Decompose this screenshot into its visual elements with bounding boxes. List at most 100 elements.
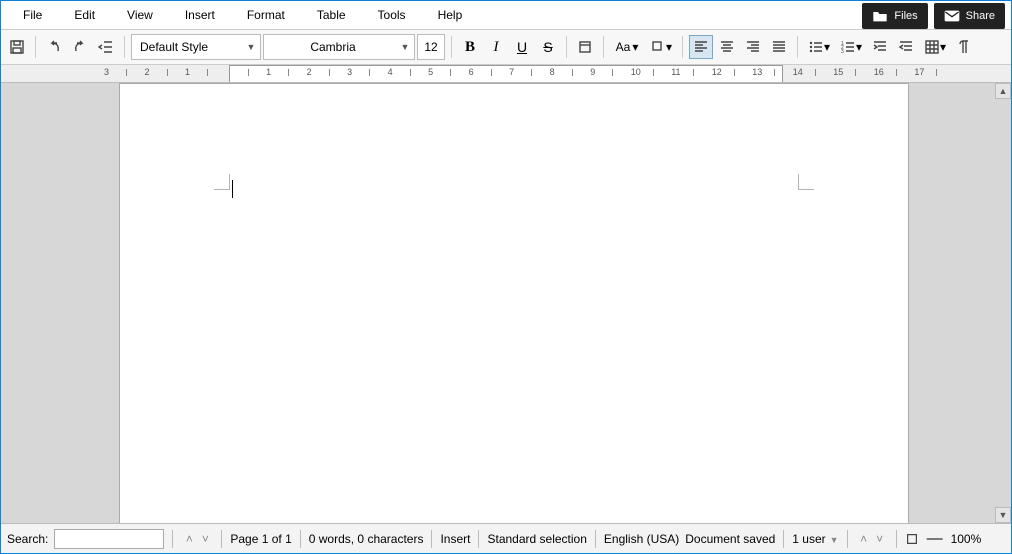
decrease-indent-button[interactable] (894, 35, 918, 59)
separator (124, 36, 125, 58)
bullet-list-button[interactable]: ▾ (804, 35, 834, 59)
menu-format[interactable]: Format (231, 1, 301, 29)
zoom-value[interactable]: 100% (951, 532, 982, 546)
menubar: File Edit View Insert Format Table Tools… (1, 1, 1011, 29)
ruler-num: 10 (631, 67, 641, 77)
separator (300, 530, 301, 548)
separator (221, 530, 222, 548)
page[interactable] (119, 83, 909, 523)
underline-icon: U (517, 39, 527, 55)
files-button[interactable]: Files (862, 3, 927, 29)
prev-page-button[interactable]: ˄ (856, 531, 872, 547)
share-button[interactable]: Share (934, 3, 1005, 29)
separator (896, 530, 897, 548)
separator (797, 36, 798, 58)
ruler-num: 8 (550, 67, 555, 77)
font-value: Cambria (272, 40, 394, 54)
chevron-down-icon: ▾ (666, 40, 672, 54)
table-icon (924, 39, 940, 55)
ruler-num: 7 (509, 67, 514, 77)
save-button[interactable] (5, 35, 29, 59)
menu-view[interactable]: View (111, 1, 169, 29)
search-prev-button[interactable]: ˄ (181, 531, 197, 547)
toolbar: Default Style ▼ Cambria ▼ 12 B I U S Aa▾… (1, 29, 1011, 65)
paragraph-style-dropdown[interactable]: Default Style ▼ (131, 34, 261, 60)
zoom-out-button[interactable]: — (927, 530, 943, 548)
highlight-button[interactable]: ▾ (646, 35, 676, 59)
undo-icon (46, 39, 62, 55)
chevron-down-icon: ▾ (856, 40, 862, 54)
align-justify-button[interactable] (767, 35, 791, 59)
italic-button[interactable]: I (484, 35, 508, 59)
insert-object-button[interactable] (952, 35, 976, 59)
strikethrough-button[interactable]: S (536, 35, 560, 59)
table-button[interactable]: ▾ (920, 35, 950, 59)
insert-mode[interactable]: Insert (440, 532, 470, 546)
ruler-num: 13 (752, 67, 762, 77)
ruler-num: 6 (469, 67, 474, 77)
save-status: Document saved (685, 532, 775, 546)
user-count[interactable]: 1 user▼ (792, 532, 838, 546)
align-center-icon (719, 39, 735, 55)
scroll-up-button[interactable]: ▲ (995, 83, 1011, 99)
size-value: 12 (424, 40, 437, 54)
redo-button[interactable] (68, 35, 92, 59)
align-center-button[interactable] (715, 35, 739, 59)
align-right-button[interactable] (741, 35, 765, 59)
menu-help[interactable]: Help (422, 1, 479, 29)
clear-formatting-button[interactable] (573, 35, 597, 59)
separator (431, 530, 432, 548)
outdent-button[interactable] (94, 35, 118, 59)
character-icon: Aa (616, 40, 631, 54)
indent-icon (872, 39, 888, 55)
font-size-dropdown[interactable]: 12 (417, 34, 445, 60)
separator (603, 36, 604, 58)
menu-file[interactable]: File (7, 1, 58, 29)
character-button[interactable]: Aa▾ (610, 35, 644, 59)
underline-button[interactable]: U (510, 35, 534, 59)
separator (566, 36, 567, 58)
ruler-num: 3 (347, 67, 352, 77)
strikethrough-icon: S (543, 39, 552, 55)
document-area[interactable]: ▲ ▼ (1, 83, 1011, 523)
undo-button[interactable] (42, 35, 66, 59)
crop-icon[interactable] (905, 532, 919, 546)
ruler-num: 17 (914, 67, 924, 77)
horizontal-ruler[interactable]: 3 2 1 1 2 3 4 5 6 7 8 9 10 11 12 13 14 1… (1, 65, 1011, 83)
ruler-num: 5 (428, 67, 433, 77)
redo-icon (72, 39, 88, 55)
search-next-button[interactable]: ˅ (197, 531, 213, 547)
language-status[interactable]: English (USA) (604, 532, 679, 546)
bullet-list-icon (808, 39, 824, 55)
paragraph-icon (956, 39, 972, 55)
text-cursor (232, 180, 233, 198)
search-input[interactable] (54, 529, 164, 549)
menu-table[interactable]: Table (301, 1, 362, 29)
share-label: Share (966, 10, 995, 22)
ruler-num: 12 (712, 67, 722, 77)
menu-edit[interactable]: Edit (58, 1, 111, 29)
menu-tools[interactable]: Tools (362, 1, 422, 29)
ruler-num: 15 (833, 67, 843, 77)
ruler-num: 11 (671, 67, 680, 77)
italic-icon: I (494, 39, 499, 56)
number-list-icon: 123 (840, 39, 856, 55)
align-left-icon (693, 39, 709, 55)
ruler-num: 2 (307, 67, 312, 77)
increase-indent-button[interactable] (868, 35, 892, 59)
menu-insert[interactable]: Insert (169, 1, 231, 29)
bold-button[interactable]: B (458, 35, 482, 59)
font-name-dropdown[interactable]: Cambria ▼ (263, 34, 415, 60)
scroll-down-button[interactable]: ▼ (995, 507, 1011, 523)
search-label: Search: (7, 532, 48, 546)
ruler-num: 1 (266, 67, 271, 77)
ruler-num: 3 (104, 67, 109, 77)
separator (451, 36, 452, 58)
page-status[interactable]: Page 1 of 1 (230, 532, 291, 546)
next-page-button[interactable]: ˅ (872, 531, 888, 547)
word-count[interactable]: 0 words, 0 characters (309, 532, 424, 546)
selection-mode[interactable]: Standard selection (487, 532, 586, 546)
chevron-down-icon: ▼ (246, 42, 256, 52)
number-list-button[interactable]: 123▾ (836, 35, 866, 59)
align-left-button[interactable] (689, 35, 713, 59)
